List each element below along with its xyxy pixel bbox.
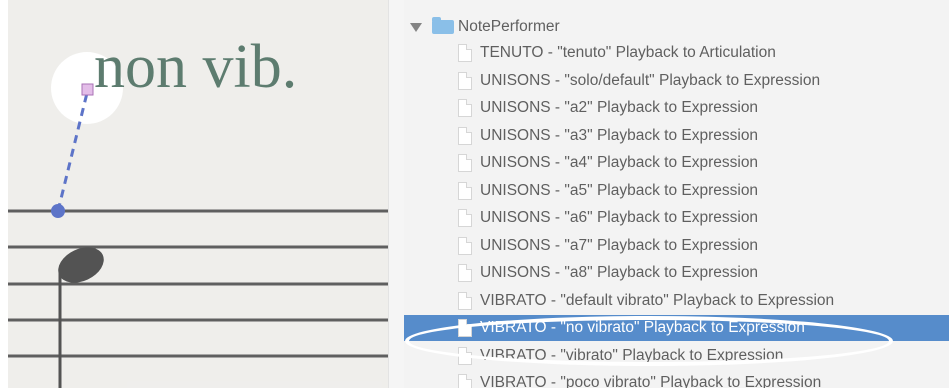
list-item-label: VIBRATO - "no vibrato" Playback to Expre…	[480, 319, 805, 336]
document-icon	[458, 374, 472, 388]
list-item-label: UNISONS - "solo/default" Playback to Exp…	[480, 71, 821, 89]
document-icon	[458, 154, 472, 172]
document-icon	[458, 181, 472, 200]
document-icon	[458, 264, 472, 282]
folder-label: NotePerformer	[458, 18, 560, 35]
list-item-label: UNISONS - "a7" Playback to Expression	[480, 236, 759, 254]
list-item-label: VIBRATO - "default vibrato" Playback to …	[480, 291, 835, 309]
list-item[interactable]: UNISONS - "a3" Playback to Expression	[404, 123, 949, 149]
list-item[interactable]: VIBRATO - "default vibrato" Playback to …	[404, 288, 949, 314]
list-item-selected[interactable]: VIBRATO - "no vibrato" Playback to Expre…	[404, 315, 949, 341]
list-item[interactable]: UNISONS - "a8" Playback to Expression	[404, 260, 949, 286]
folder-icon	[432, 17, 454, 34]
document-icon	[458, 71, 472, 90]
anchor-point[interactable]	[51, 204, 65, 218]
document-icon	[458, 209, 472, 227]
list-item[interactable]: UNISONS - "a6" Playback to Expression	[404, 205, 949, 231]
list-item-label: UNISONS - "a6" Playback to Expression	[480, 209, 759, 226]
list-item[interactable]: UNISONS - "a2" Playback to Expression	[404, 95, 949, 121]
disclosure-triangle-icon[interactable]	[410, 22, 422, 32]
list-item-label: VIBRATO - "poco vibrato" Playback to Exp…	[480, 374, 822, 388]
score-text-non-vib[interactable]: non vib.	[94, 36, 297, 98]
score-view[interactable]: non vib.	[8, 0, 388, 388]
split-divider[interactable]	[388, 0, 405, 388]
folder-row-noteperformer[interactable]: NotePerformer	[404, 14, 560, 40]
list-item-label: UNISONS - "a3" Playback to Expression	[480, 126, 759, 144]
playback-list-panel: NotePerformer TENUTO - "tenuto" Playback…	[404, 0, 949, 388]
list-item[interactable]: TENUTO - "tenuto" Playback to Articulati…	[404, 40, 949, 66]
document-icon	[458, 126, 472, 145]
list-item-label: VIBRATO - "vibrato" Playback to Expressi…	[480, 346, 784, 364]
document-icon	[458, 346, 472, 365]
document-icon	[458, 291, 472, 310]
list-item-label: UNISONS - "a8" Playback to Expression	[480, 264, 759, 281]
document-icon	[458, 44, 472, 62]
list-item[interactable]: UNISONS - "a5" Playback to Expression	[404, 178, 949, 204]
list-item[interactable]: UNISONS - "a7" Playback to Expression	[404, 233, 949, 259]
list-item-label: UNISONS - "a4" Playback to Expression	[480, 154, 759, 171]
text-handle[interactable]	[81, 83, 94, 96]
list-item[interactable]: VIBRATO - "vibrato" Playback to Expressi…	[404, 343, 949, 369]
list-item[interactable]: UNISONS - "a4" Playback to Expression	[404, 150, 949, 176]
document-icon	[458, 99, 472, 117]
list-item[interactable]: UNISONS - "solo/default" Playback to Exp…	[404, 68, 949, 94]
list-item-label: UNISONS - "a5" Playback to Expression	[480, 181, 759, 199]
list-item[interactable]: VIBRATO - "poco vibrato" Playback to Exp…	[404, 370, 949, 388]
list-item-label: TENUTO - "tenuto" Playback to Articulati…	[480, 44, 776, 61]
document-icon	[458, 236, 472, 255]
document-icon	[458, 319, 472, 337]
list-item-label: UNISONS - "a2" Playback to Expression	[480, 99, 759, 116]
